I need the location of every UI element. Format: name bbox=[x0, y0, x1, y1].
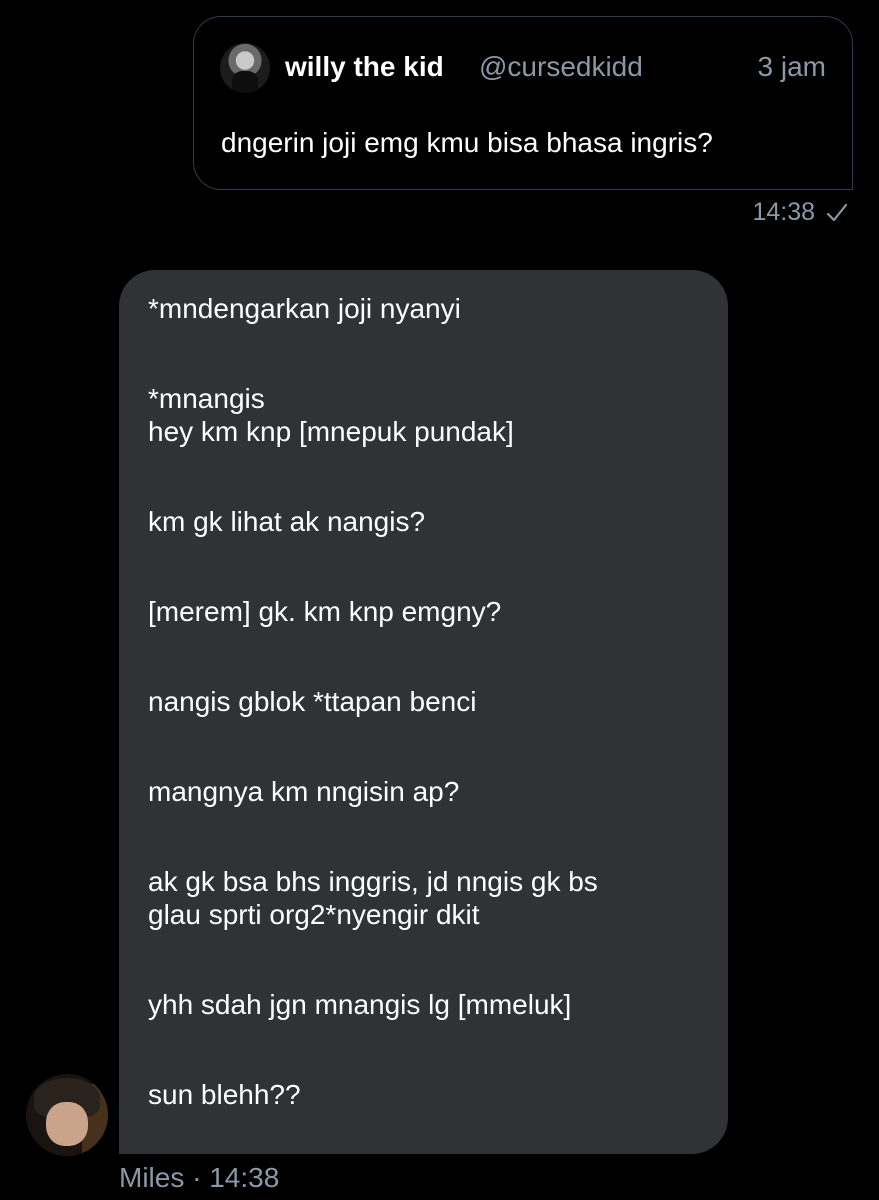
message-line: nangis gblok *ttapan benci bbox=[148, 686, 477, 717]
check-icon bbox=[826, 203, 848, 221]
message-line: km gk lihat ak nangis? bbox=[148, 506, 426, 537]
message-line-blank bbox=[148, 808, 700, 865]
received-message-meta: Miles · 14:38 bbox=[119, 1162, 279, 1194]
meta-separator: · bbox=[192, 1162, 202, 1193]
message-line: ak gk bsa bhs inggris, jd nngis gk bs bbox=[148, 866, 598, 897]
message-line-blank bbox=[148, 325, 700, 382]
sender-avatar[interactable] bbox=[26, 1074, 108, 1156]
message-line: hey km knp [mnepuk pundak] bbox=[148, 416, 514, 447]
quoted-display-name[interactable]: willy the kid bbox=[285, 51, 444, 83]
message-line-blank bbox=[148, 538, 700, 595]
message-line: *mndengarkan joji nyanyi bbox=[148, 293, 461, 324]
message-line: yhh sdah jgn mnangis lg [mmeluk] bbox=[148, 989, 572, 1020]
received-message-bubble[interactable]: *mndengarkan joji nyanyi *mnangis hey km… bbox=[119, 270, 728, 1154]
message-line: glau sprti org2*nyengir dkit bbox=[148, 899, 480, 930]
quoted-tweet-card[interactable]: willy the kid @cursedkidd 3 jam dngerin … bbox=[193, 16, 853, 190]
message-line-blank bbox=[148, 448, 700, 505]
message-line: *mnangis bbox=[148, 383, 265, 414]
received-time: 14:38 bbox=[209, 1162, 280, 1193]
message-line-blank bbox=[148, 628, 700, 685]
sent-time: 14:38 bbox=[752, 198, 815, 226]
message-line-blank bbox=[148, 931, 700, 988]
avatar-face bbox=[46, 1102, 88, 1146]
message-line: mangnya km nngisin ap? bbox=[148, 776, 460, 807]
quoted-handle: @cursedkidd bbox=[479, 51, 643, 82]
quoted-time: 3 jam bbox=[757, 51, 826, 82]
message-line-blank bbox=[148, 1021, 700, 1078]
quoted-tweet-text: dngerin joji emg kmu bisa bhasa ingris? bbox=[221, 127, 713, 158]
message-line: sun blehh?? bbox=[148, 1079, 301, 1110]
message-line: [merem] gk. km knp emgny? bbox=[148, 596, 502, 627]
profile-photo-icon[interactable] bbox=[220, 43, 270, 93]
sender-name: Miles bbox=[119, 1162, 185, 1193]
message-line-blank bbox=[148, 718, 700, 775]
sent-message-meta: 14:38 bbox=[752, 198, 849, 227]
